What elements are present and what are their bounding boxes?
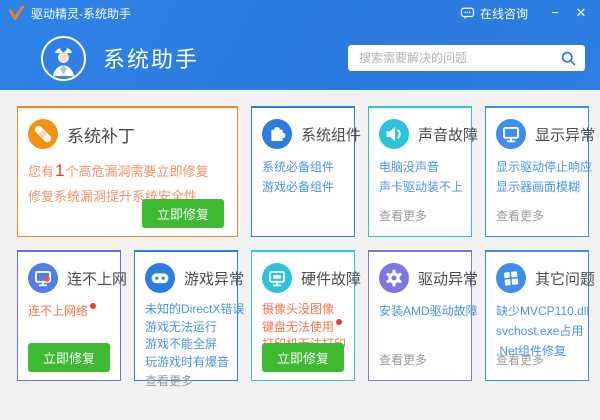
card-system-patch: 系统补丁 您有1个高危漏洞需要立即修复 修复系统漏洞提升系统安全性 立即修复 [17, 106, 238, 237]
network-monitor-icon [28, 263, 58, 293]
card-link[interactable]: 声卡驱动装不上 [379, 177, 461, 197]
minimize-button[interactable]: − [542, 2, 568, 24]
view-more-link[interactable]: 查看更多 [379, 207, 427, 224]
patch-icon [28, 119, 58, 149]
card-link[interactable]: 缺少MVCP110.dll [496, 301, 578, 321]
card-driver-issues: 驱动异常 安装AMD驱动故障 查看更多 [368, 250, 472, 381]
hardware-monitor-icon [262, 263, 292, 293]
top-banner: 驱动精灵-系统助手 在线咨询 − ✕ 系统助手 [0, 0, 600, 90]
fix-now-button[interactable]: 立即修复 [262, 343, 344, 372]
search-icon[interactable] [560, 50, 577, 67]
view-more-link[interactable]: 查看更多 [379, 351, 427, 368]
card-link[interactable]: 安装AMD驱动故障 [379, 301, 461, 321]
card-title: 声音故障 [418, 124, 478, 145]
card-link[interactable]: 未知的DirectX错误 [145, 301, 227, 319]
card-link[interactable]: 键盘无法使用 [262, 319, 344, 337]
fix-now-button[interactable]: 立即修复 [142, 199, 224, 228]
card-title: 驱动异常 [418, 268, 478, 289]
windows-icon [496, 263, 526, 293]
gear-icon [379, 263, 409, 293]
card-link[interactable]: 游戏无法运行 [145, 319, 227, 337]
online-chat-label: 在线咨询 [480, 5, 528, 22]
card-link[interactable]: 显示器画面模糊 [496, 177, 578, 197]
card-hardware-issues: 硬件故障 摄像头没图像 键盘无法使用 打印机无法打印 立即修复 [251, 250, 355, 381]
view-more-link[interactable]: 查看更多 [496, 207, 544, 224]
card-title: 连不上网 [67, 268, 127, 289]
patch-desc-line1: 您有1个高危漏洞需要立即修复 [28, 158, 227, 184]
speaker-icon [379, 119, 409, 149]
card-game-issues: 游戏异常 未知的DirectX错误 游戏无法运行 游戏不能全屏 玩游戏时有爆音 … [134, 250, 238, 381]
app-logo-icon [8, 5, 25, 22]
close-button[interactable]: ✕ [568, 2, 594, 24]
card-title: 游戏异常 [184, 268, 244, 289]
search-box [348, 45, 585, 71]
titlebar: 驱动精灵-系统助手 在线咨询 − ✕ [0, 0, 600, 26]
card-system-components: 系统组件 系统必备组件 游戏必备组件 [251, 106, 355, 237]
card-link[interactable]: 玩游戏时有爆音 [145, 354, 227, 372]
window-title: 驱动精灵-系统助手 [31, 5, 131, 22]
card-sound-issues: 声音故障 电脑没声音 声卡驱动装不上 查看更多 [368, 106, 472, 237]
card-network-issues: 连不上网 连不上网络 立即修复 [17, 250, 121, 381]
card-link[interactable]: 电脑没声音 [379, 157, 461, 177]
card-other-issues: 其它问题 缺少MVCP110.dll svchost.exe占用 .Net组件修… [485, 250, 589, 381]
main-content: 系统补丁 您有1个高危漏洞需要立即修复 修复系统漏洞提升系统安全性 立即修复 系… [0, 90, 600, 381]
alert-dot [90, 303, 96, 309]
view-more-link[interactable]: 查看更多 [496, 351, 544, 368]
puzzle-icon [262, 119, 292, 149]
card-link[interactable]: 游戏不能全屏 [145, 336, 227, 354]
card-link[interactable]: 显示驱动停止响应 [496, 157, 578, 177]
monitor-icon [496, 119, 526, 149]
vulnerability-count: 1 [54, 161, 65, 180]
card-title: 硬件故障 [301, 268, 361, 289]
view-more-link[interactable]: 查看更多 [145, 373, 227, 391]
card-link[interactable]: 摄像头没图像 [262, 301, 344, 319]
alert-dot [336, 319, 342, 325]
card-title: 系统组件 [301, 124, 361, 145]
card-grid: 系统补丁 您有1个高危漏洞需要立即修复 修复系统漏洞提升系统安全性 立即修复 系… [17, 106, 600, 381]
doctor-avatar [40, 35, 87, 82]
fix-now-button[interactable]: 立即修复 [28, 343, 110, 372]
card-title: 系统补丁 [67, 122, 135, 147]
card-link[interactable]: 游戏必备组件 [262, 177, 344, 197]
chat-bubble-icon [460, 6, 475, 21]
card-title: 其它问题 [535, 268, 595, 289]
card-link[interactable]: svchost.exe占用 [496, 321, 578, 341]
app-header: 系统助手 [0, 26, 600, 90]
gamepad-icon [145, 263, 175, 293]
card-link[interactable]: 系统必备组件 [262, 157, 344, 177]
card-link[interactable]: 连不上网络 [28, 301, 110, 321]
card-display-issues: 显示异常 显示驱动停止响应 显示器画面模糊 查看更多 [485, 106, 589, 237]
card-title: 显示异常 [535, 124, 595, 145]
search-input[interactable] [357, 50, 560, 66]
page-title: 系统助手 [103, 42, 199, 74]
online-chat-button[interactable]: 在线咨询 [460, 5, 528, 22]
